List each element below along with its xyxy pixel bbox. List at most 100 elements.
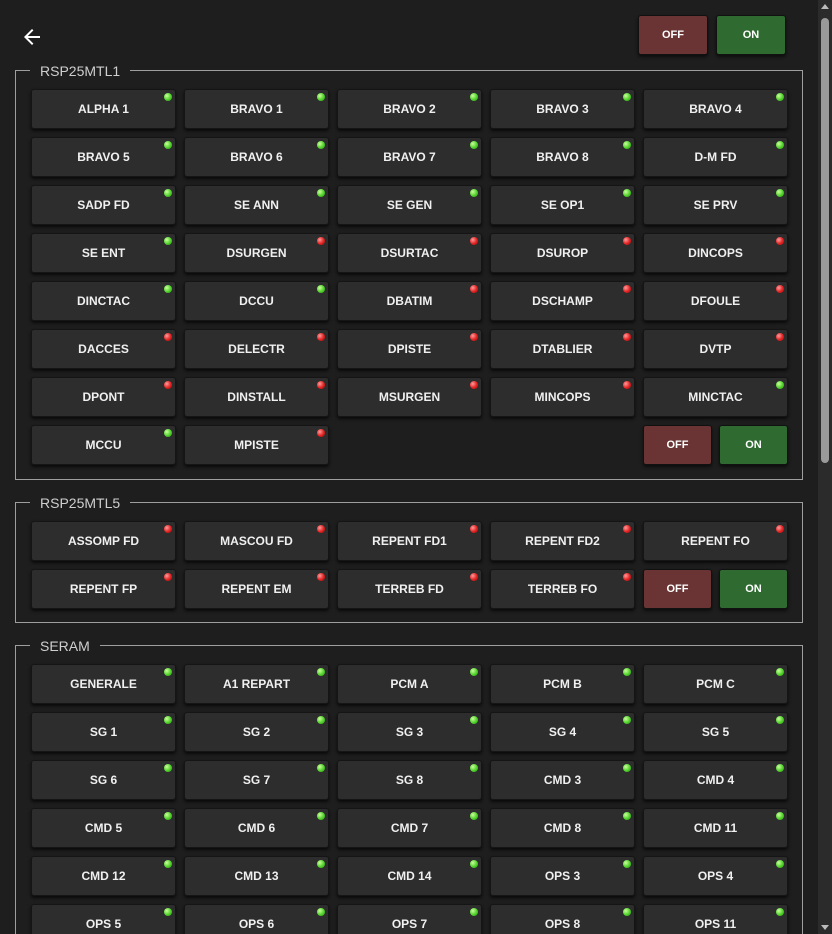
- tile-msurgen[interactable]: MSURGEN: [337, 377, 482, 417]
- tile-dfoule[interactable]: DFOULE: [643, 281, 788, 321]
- status-led-icon: [164, 908, 172, 916]
- tile-cmd-8[interactable]: CMD 8: [490, 808, 635, 848]
- tile-pcm-b[interactable]: PCM B: [490, 664, 635, 704]
- tile-dtablier[interactable]: DTABLIER: [490, 329, 635, 369]
- tile-cmd-11[interactable]: CMD 11: [643, 808, 788, 848]
- tile-bravo-3[interactable]: BRAVO 3: [490, 89, 635, 129]
- tile-dbatim[interactable]: DBATIM: [337, 281, 482, 321]
- tile-label: SG 4: [548, 725, 577, 739]
- tile-sg-4[interactable]: SG 4: [490, 712, 635, 752]
- tile-repent-fo[interactable]: REPENT FO: [643, 521, 788, 561]
- tile-dvtp[interactable]: DVTP: [643, 329, 788, 369]
- tile-bravo-6[interactable]: BRAVO 6: [184, 137, 329, 177]
- tile-sadp-fd[interactable]: SADP FD: [31, 185, 176, 225]
- tile-ops-3[interactable]: OPS 3: [490, 856, 635, 896]
- tile-pcm-c[interactable]: PCM C: [643, 664, 788, 704]
- tile-bravo-8[interactable]: BRAVO 8: [490, 137, 635, 177]
- tile-se-ann[interactable]: SE ANN: [184, 185, 329, 225]
- status-led-icon: [776, 93, 784, 101]
- tile-repent-em[interactable]: REPENT EM: [184, 569, 329, 609]
- tile-dinctac[interactable]: DINCTAC: [31, 281, 176, 321]
- group-on-button[interactable]: ON: [719, 425, 788, 465]
- status-led-icon: [776, 525, 784, 533]
- tile-bravo-2[interactable]: BRAVO 2: [337, 89, 482, 129]
- tile-mincops[interactable]: MINCOPS: [490, 377, 635, 417]
- tile-bravo-1[interactable]: BRAVO 1: [184, 89, 329, 129]
- tile-bravo-4[interactable]: BRAVO 4: [643, 89, 788, 129]
- tile-ops-7[interactable]: OPS 7: [337, 904, 482, 934]
- tile-sg-8[interactable]: SG 8: [337, 760, 482, 800]
- tile-delectr[interactable]: DELECTR: [184, 329, 329, 369]
- tile-d-m-fd[interactable]: D-M FD: [643, 137, 788, 177]
- tile-sg-7[interactable]: SG 7: [184, 760, 329, 800]
- tile-dacces[interactable]: DACCES: [31, 329, 176, 369]
- group-off-button[interactable]: OFF: [643, 569, 712, 609]
- tile-ops-11[interactable]: OPS 11: [643, 904, 788, 934]
- back-arrow-icon[interactable]: [20, 25, 44, 49]
- tile-dsurtac[interactable]: DSURTAC: [337, 233, 482, 273]
- tile-sg-6[interactable]: SG 6: [31, 760, 176, 800]
- tile-repent-fd2[interactable]: REPENT FD2: [490, 521, 635, 561]
- tile-ops-4[interactable]: OPS 4: [643, 856, 788, 896]
- tile-mascou-fd[interactable]: MASCOU FD: [184, 521, 329, 561]
- tile-dschamp[interactable]: DSCHAMP: [490, 281, 635, 321]
- global-off-button[interactable]: OFF: [638, 15, 708, 55]
- global-on-button[interactable]: ON: [716, 15, 786, 55]
- tile-se-op1[interactable]: SE OP1: [490, 185, 635, 225]
- tile-sg-3[interactable]: SG 3: [337, 712, 482, 752]
- tile-terreb-fd[interactable]: TERREB FD: [337, 569, 482, 609]
- tile-generale[interactable]: GENERALE: [31, 664, 176, 704]
- tile-cmd-7[interactable]: CMD 7: [337, 808, 482, 848]
- status-led-icon: [164, 860, 172, 868]
- status-led-icon: [317, 908, 325, 916]
- scrollbar-thumb[interactable]: [821, 18, 829, 463]
- tile-a1-repart[interactable]: A1 REPART: [184, 664, 329, 704]
- tile-se-ent[interactable]: SE ENT: [31, 233, 176, 273]
- group-off-button[interactable]: OFF: [643, 425, 712, 465]
- tile-se-gen[interactable]: SE GEN: [337, 185, 482, 225]
- tile-ops-8[interactable]: OPS 8: [490, 904, 635, 934]
- tile-assomp-fd[interactable]: ASSOMP FD: [31, 521, 176, 561]
- tile-label: BRAVO 1: [230, 102, 283, 116]
- tile-dsurop[interactable]: DSUROP: [490, 233, 635, 273]
- scroll-down-icon[interactable]: [821, 925, 829, 930]
- tile-pcm-a[interactable]: PCM A: [337, 664, 482, 704]
- group-on-button[interactable]: ON: [719, 569, 788, 609]
- tile-cmd-5[interactable]: CMD 5: [31, 808, 176, 848]
- tile-dpiste[interactable]: DPISTE: [337, 329, 482, 369]
- tile-se-prv[interactable]: SE PRV: [643, 185, 788, 225]
- tile-label: SG 8: [395, 773, 424, 787]
- tile-sg-1[interactable]: SG 1: [31, 712, 176, 752]
- tile-cmd-6[interactable]: CMD 6: [184, 808, 329, 848]
- tile-repent-fp[interactable]: REPENT FP: [31, 569, 176, 609]
- tile-dincops[interactable]: DINCOPS: [643, 233, 788, 273]
- tile-bravo-5[interactable]: BRAVO 5: [31, 137, 176, 177]
- tile-repent-fd1[interactable]: REPENT FD1: [337, 521, 482, 561]
- tile-minctac[interactable]: MINCTAC: [643, 377, 788, 417]
- tile-mccu[interactable]: MCCU: [31, 425, 176, 465]
- tile-dinstall[interactable]: DINSTALL: [184, 377, 329, 417]
- tile-bravo-7[interactable]: BRAVO 7: [337, 137, 482, 177]
- tile-cmd-13[interactable]: CMD 13: [184, 856, 329, 896]
- status-led-icon: [470, 189, 478, 197]
- vertical-scrollbar[interactable]: [818, 0, 832, 934]
- tile-ops-5[interactable]: OPS 5: [31, 904, 176, 934]
- tile-mpiste[interactable]: MPISTE: [184, 425, 329, 465]
- tile-sg-2[interactable]: SG 2: [184, 712, 329, 752]
- tile-label: SG 1: [89, 725, 118, 739]
- tile-dsurgen[interactable]: DSURGEN: [184, 233, 329, 273]
- tile-ops-6[interactable]: OPS 6: [184, 904, 329, 934]
- tile-cmd-12[interactable]: CMD 12: [31, 856, 176, 896]
- tile-dpont[interactable]: DPONT: [31, 377, 176, 417]
- tile-cmd-14[interactable]: CMD 14: [337, 856, 482, 896]
- tile-label: SE ANN: [234, 198, 279, 212]
- tile-label: DACCES: [78, 342, 129, 356]
- tile-alpha-1[interactable]: ALPHA 1: [31, 89, 176, 129]
- scroll-up-icon[interactable]: [821, 4, 829, 9]
- tile-dccu[interactable]: DCCU: [184, 281, 329, 321]
- tile-terreb-fo[interactable]: TERREB FO: [490, 569, 635, 609]
- tile-sg-5[interactable]: SG 5: [643, 712, 788, 752]
- tile-cmd-4[interactable]: CMD 4: [643, 760, 788, 800]
- status-led-icon: [776, 237, 784, 245]
- tile-cmd-3[interactable]: CMD 3: [490, 760, 635, 800]
